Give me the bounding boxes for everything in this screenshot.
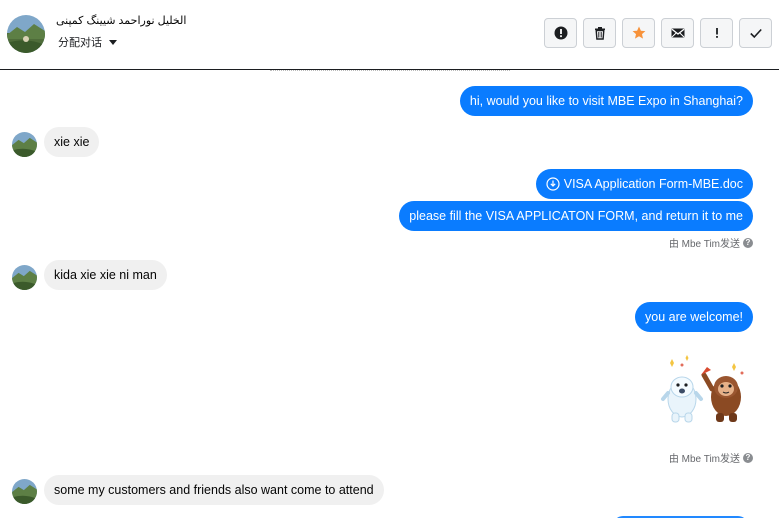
- mail-button[interactable]: [661, 18, 694, 48]
- contact-avatar[interactable]: [12, 265, 37, 290]
- alert-button[interactable]: [544, 18, 577, 48]
- contact-name: الخلیل نوراحمد شیینگ کمپنی: [56, 15, 187, 27]
- contact-avatar[interactable]: [12, 479, 37, 504]
- star-button[interactable]: [622, 18, 655, 48]
- incoming-message[interactable]: kida xie xie ni man: [44, 260, 167, 290]
- message-text: some my customers and friends also want …: [54, 483, 374, 497]
- message-list[interactable]: hi, would you like to visit MBE Expo in …: [0, 70, 779, 518]
- sticker-cheers-image[interactable]: [652, 353, 756, 427]
- message-text: you are welcome!: [645, 310, 743, 324]
- message-text: hi, would you like to visit MBE Expo in …: [469, 94, 743, 108]
- assign-conversation-dropdown[interactable]: 分配对话: [58, 34, 117, 50]
- mail-icon: [671, 28, 684, 38]
- bigfoot-character: [701, 367, 741, 422]
- outgoing-message[interactable]: hi, would you like to visit MBE Expo in …: [459, 86, 753, 116]
- sent-by-label: 由 Mbe Tim发送 ?: [669, 235, 753, 250]
- yeti-character: [661, 376, 703, 423]
- sent-by-text: 由 Mbe Tim发送: [668, 454, 740, 465]
- exclamation-circle-icon: [554, 26, 567, 40]
- incoming-message[interactable]: some my customers and friends also want …: [44, 475, 384, 505]
- file-attachment-message[interactable]: VISA Application Form-MBE.doc: [535, 169, 753, 199]
- message-text: please fill the VISA APPLICATON FORM, an…: [409, 209, 743, 223]
- done-button[interactable]: [739, 18, 772, 48]
- messenger-conversation: الخلیل نوراحمد شیینگ کمپنی 分配对话 hi, woul…: [0, 0, 779, 518]
- contact-avatar[interactable]: [12, 132, 37, 157]
- outgoing-message[interactable]: you are welcome!: [635, 302, 753, 332]
- conversation-toolbar: [544, 18, 772, 48]
- important-button[interactable]: [700, 18, 733, 48]
- delete-button[interactable]: [583, 18, 616, 48]
- trash-icon: [594, 27, 605, 40]
- message-text: xie xie: [54, 135, 90, 149]
- check-icon: [749, 28, 762, 39]
- exclamation-icon: [715, 28, 718, 38]
- help-icon[interactable]: ?: [743, 452, 753, 463]
- incoming-message[interactable]: xie xie: [44, 127, 100, 157]
- star-icon: [632, 26, 645, 39]
- download-icon: [546, 177, 560, 191]
- conversation-header: الخلیل نوراحمد شیینگ کمپنی 分配对话: [0, 0, 779, 70]
- truncated-content: [270, 67, 510, 71]
- outgoing-message[interactable]: please fill the VISA APPLICATON FORM, an…: [399, 201, 753, 231]
- sent-by-label: 由 Mbe Tim发送 ?: [669, 450, 753, 465]
- caret-down-icon: [109, 39, 117, 45]
- file-name: VISA Application Form-MBE.doc: [563, 177, 743, 191]
- assign-label: 分配对话: [58, 37, 102, 49]
- sent-by-text: 由 Mbe Tim发送: [668, 239, 740, 250]
- contact-avatar[interactable]: [7, 15, 45, 53]
- help-icon[interactable]: ?: [743, 237, 753, 248]
- message-text: kida xie xie ni man: [54, 268, 157, 282]
